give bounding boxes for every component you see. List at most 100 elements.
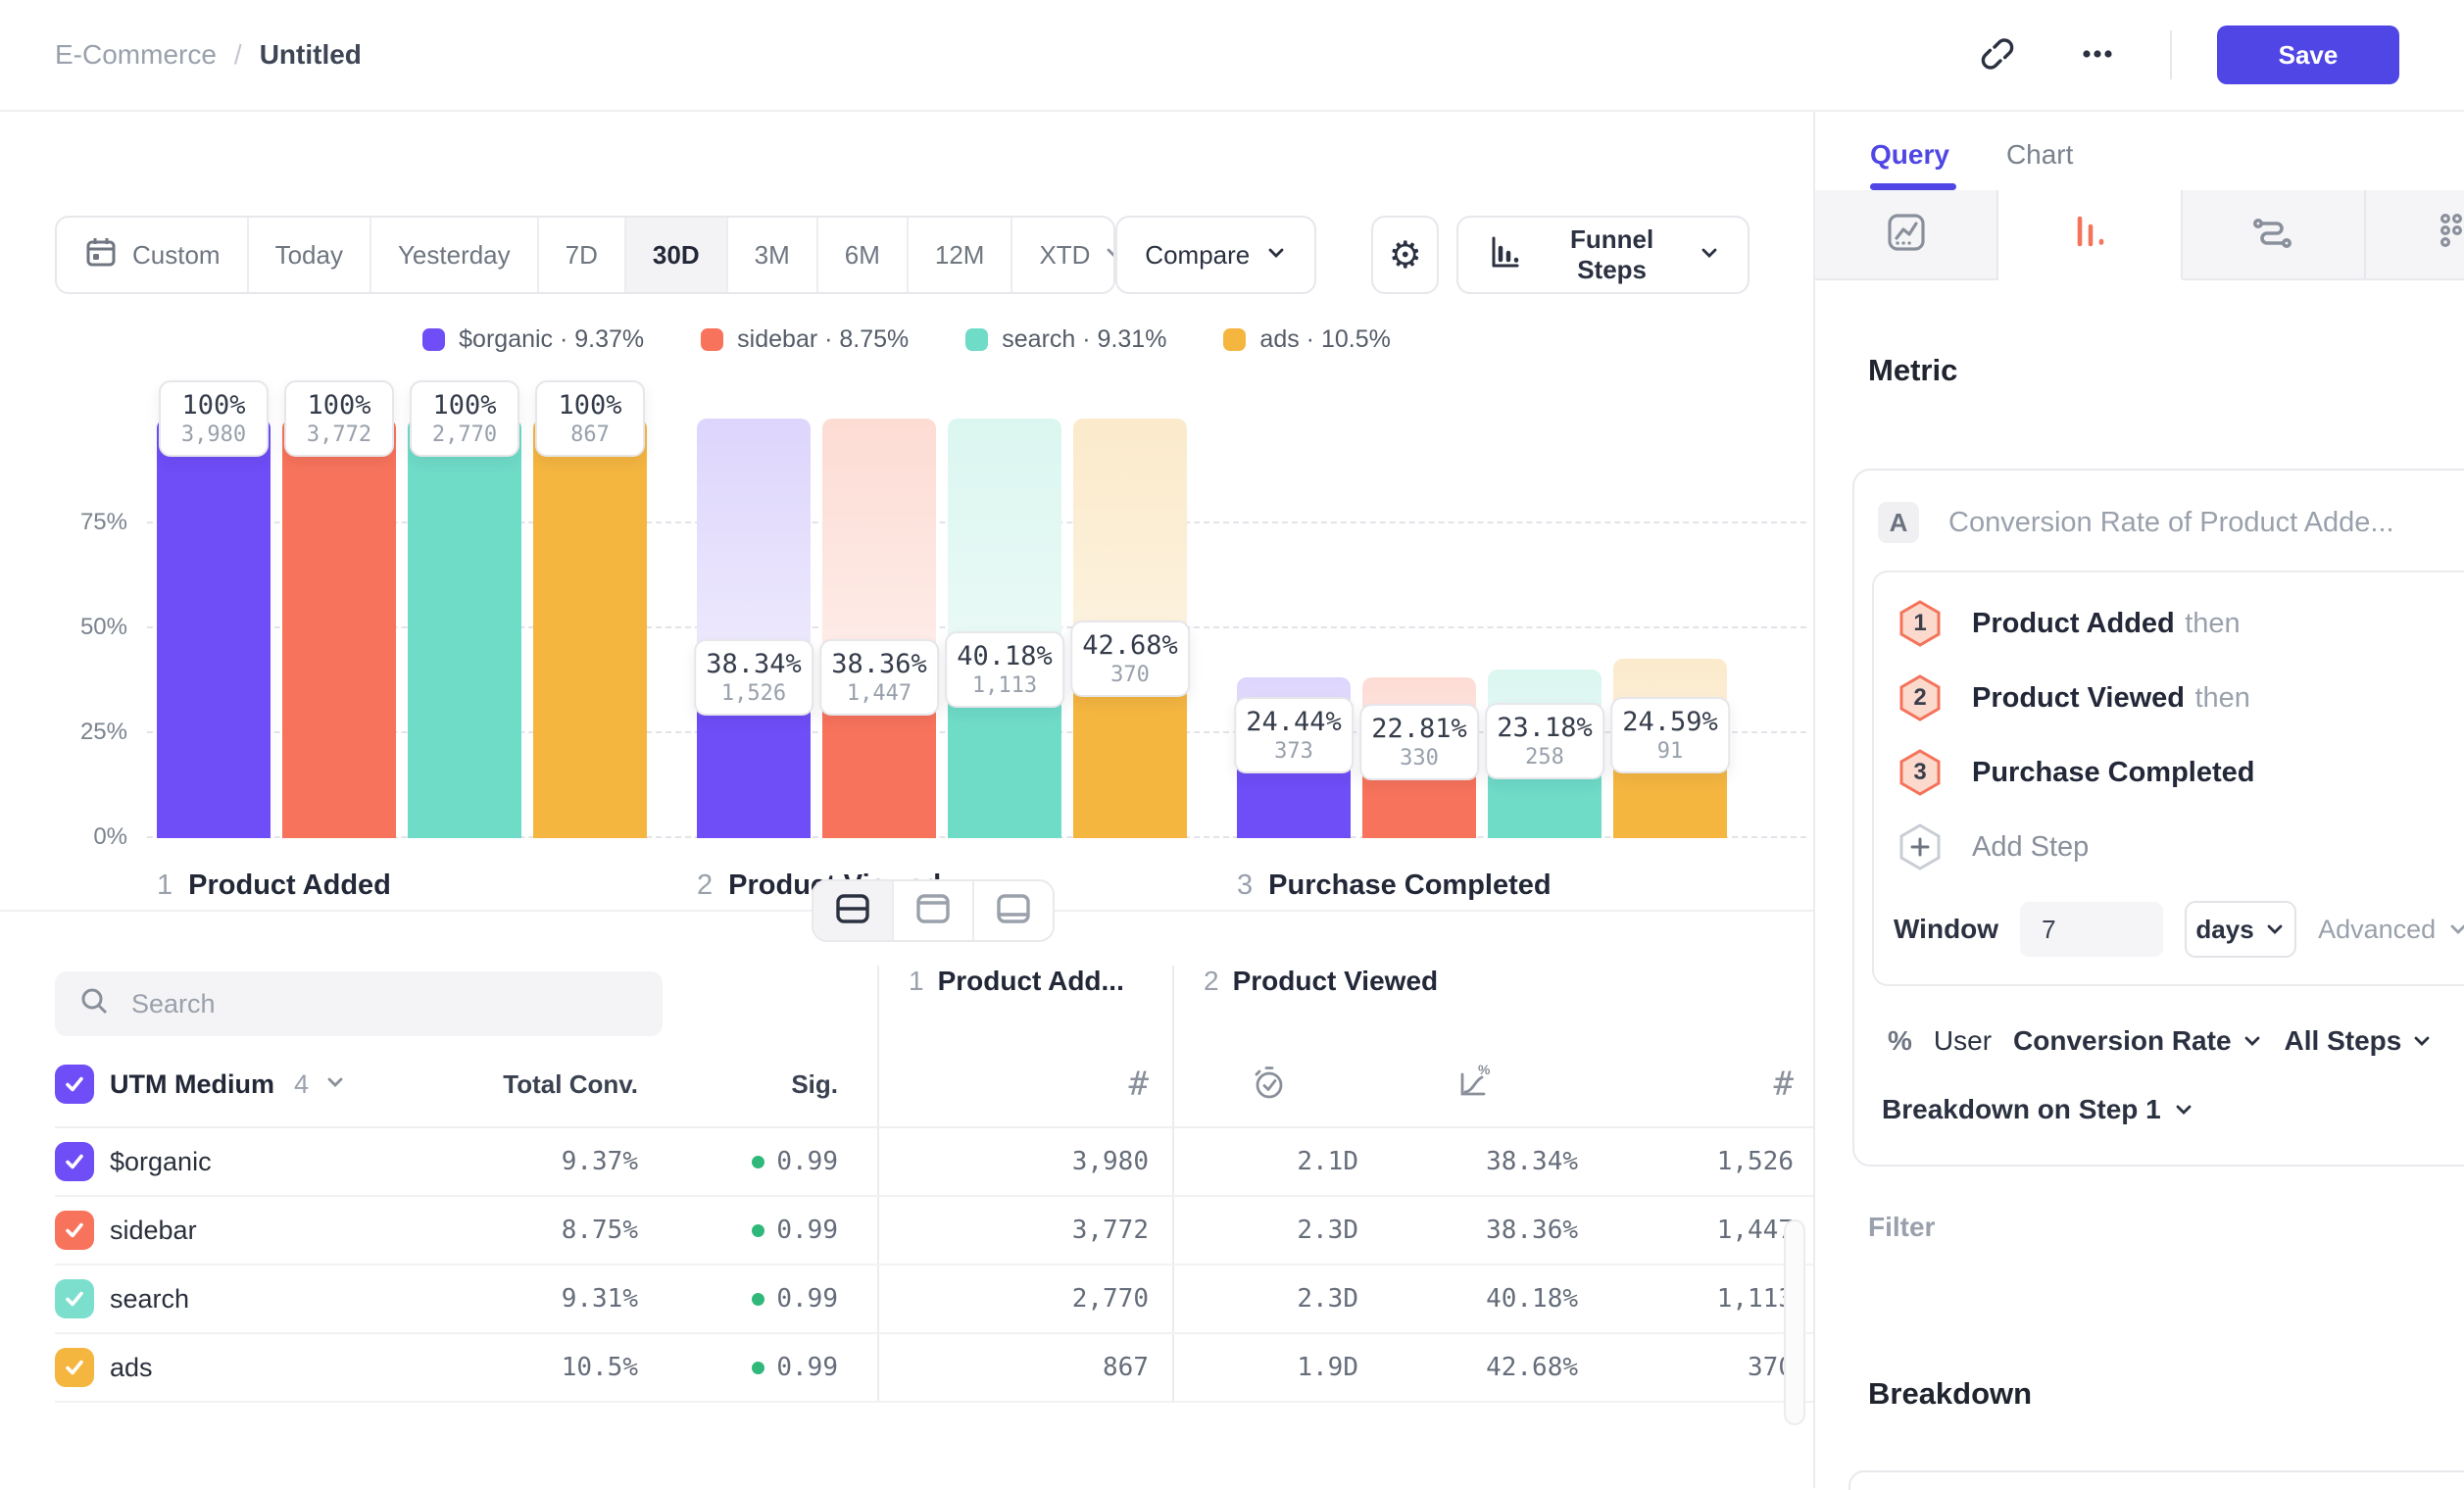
advanced-toggle[interactable]: Advanced [2318,915,2464,945]
legend-swatch [422,328,445,351]
table-scrollbar[interactable] [1784,1219,1805,1425]
row-checkbox[interactable] [55,1348,94,1387]
funnel-bar[interactable]: 38.36%1,447 [822,419,936,838]
query-step-1[interactable]: 1 Product Added then [1874,586,2464,661]
layout-chart-button[interactable] [894,881,974,940]
compare-button[interactable]: Compare [1115,216,1316,294]
step2-count: 370 [1582,1353,1813,1382]
total-conv-value: 8.75% [470,1216,642,1245]
bar-count: 373 [1246,739,1342,764]
count-column-header[interactable]: # [877,1042,1172,1126]
legend-item-sidebar[interactable]: sidebar · 8.75% [701,325,909,354]
chart-type-insights[interactable] [1815,190,1998,280]
legend-item-search[interactable]: search · 9.31% [965,325,1166,354]
date-range-7d[interactable]: 7D [539,218,626,292]
layout-toggle [812,879,1055,942]
breadcrumb-project[interactable]: E-Commerce [55,39,217,71]
funnel-bar[interactable]: 100%3,980 [157,419,271,838]
bar-count: 3,980 [171,422,257,447]
date-range-12m[interactable]: 12M [909,218,1013,292]
legend-item-organic[interactable]: $organic · 9.37% [422,325,644,354]
total-conv-column-header[interactable]: Total Conv. [470,1069,642,1100]
breakdown-item-card[interactable]: Aa UTM Medium [1848,1470,2464,1490]
avg-time-value: 2.3D [1172,1266,1364,1332]
more-menu-button[interactable] [2070,27,2125,82]
date-range-yesterday[interactable]: Yesterday [371,218,539,292]
date-range-today[interactable]: Today [249,218,371,292]
count2-column-header[interactable]: # [1582,1065,1813,1104]
window-value-input[interactable] [2020,902,2163,957]
layout-table-button[interactable] [974,881,1053,940]
funnel-bar[interactable]: 38.34%1,526 [697,419,811,838]
step1-count: 3,772 [877,1197,1172,1264]
bar-fill[interactable] [282,419,396,838]
step1-count: 3,980 [877,1128,1172,1195]
chart-type-button[interactable]: Funnel Steps [1456,216,1749,294]
report-canvas: Custom Today Yesterday 7D 30D 3M 6M 12M … [0,112,1815,1488]
avg-time-column-header[interactable] [1172,1042,1364,1126]
table-row[interactable]: sidebar 8.75% 0.99 3,772 2.3D 38.36% 1,4… [55,1197,1813,1266]
bar-fill[interactable] [157,419,271,838]
chart-type-grid[interactable] [2366,190,2464,280]
funnel-bar[interactable]: 23.18%258 [1488,419,1602,838]
row-checkbox[interactable] [55,1142,94,1181]
conv-pct-column-header[interactable]: % [1364,1063,1582,1107]
date-range-custom[interactable]: Custom [57,218,249,292]
bar-fill[interactable] [408,419,521,838]
table-row[interactable]: $organic 9.37% 0.99 3,980 2.1D 38.34% 1,… [55,1128,1813,1197]
legend-item-ads[interactable]: ads · 10.5% [1223,325,1390,354]
measure-entity[interactable]: User [1934,1025,1992,1057]
search-box[interactable] [55,971,663,1036]
add-step-button[interactable]: Add Step [1874,810,2464,884]
window-unit-select[interactable]: days [2185,901,2296,958]
save-button[interactable]: Save [2217,25,2399,84]
search-input[interactable] [131,989,602,1019]
select-all-checkbox[interactable] [55,1065,94,1104]
tab-query[interactable]: Query [1870,139,1949,190]
window-label: Window [1894,914,1998,945]
dots-grid-icon [2434,209,2464,261]
funnel-bar[interactable]: 24.59%91 [1613,419,1727,838]
chart-settings-button[interactable]: ⚙ [1371,216,1439,294]
sig-status-dot [752,1293,764,1306]
y-axis-tick: 25% [55,719,127,746]
date-range-xtd[interactable]: XTD [1012,218,1115,292]
date-range-6m[interactable]: 6M [818,218,909,292]
share-link-button[interactable] [1970,27,2025,82]
sig-value: 0.99 [776,1284,838,1314]
measure-metric-select[interactable]: Conversion Rate [2013,1025,2263,1057]
measure-scope-select[interactable]: All Steps [2285,1025,2434,1057]
date-range-30d-selected[interactable]: 30D [626,218,728,292]
query-step-2[interactable]: 2 Product Viewed then [1874,661,2464,735]
topbar-divider [2170,30,2172,79]
breakdown-count: 4 [294,1069,309,1100]
funnel-bar[interactable]: 22.81%330 [1362,419,1476,838]
step2-count: 1,526 [1582,1147,1813,1176]
chevron-down-icon[interactable] [324,1071,346,1098]
bar-pct: 38.34% [706,649,802,679]
split-view-icon [831,887,874,935]
bar-fill[interactable] [533,419,647,838]
sig-column-header[interactable]: Sig. [642,1069,877,1100]
funnel-bar[interactable]: 100%3,772 [282,419,396,838]
row-checkbox[interactable] [55,1211,94,1250]
query-step-3[interactable]: 3 Purchase Completed [1874,735,2464,810]
funnel-bar[interactable]: 24.44%373 [1237,419,1351,838]
layout-split-button[interactable] [813,881,894,940]
funnel-bar[interactable]: 40.18%1,113 [948,419,1061,838]
breakdown-on-step-select[interactable]: Breakdown on Step 1 [1882,1094,2464,1125]
report-title[interactable]: Untitled [260,39,362,71]
metric-series-row[interactable]: A Conversion Rate of Product Adde... [1878,502,2464,543]
tab-chart[interactable]: Chart [2006,139,2073,190]
funnel-bar[interactable]: 100%2,770 [408,419,521,838]
table-header-row: UTM Medium 4 Total Conv. Sig. # [55,1042,1813,1128]
chart-type-funnel-selected[interactable] [1998,190,2182,280]
row-checkbox[interactable] [55,1279,94,1318]
chart-type-flows[interactable] [2183,190,2366,280]
funnel-bar[interactable]: 42.68%370 [1073,419,1187,838]
date-range-3m[interactable]: 3M [728,218,818,292]
funnel-bar[interactable]: 100%867 [533,419,647,838]
table-row[interactable]: ads 10.5% 0.99 867 1.9D 42.68% 370 [55,1334,1813,1403]
breakdown-column-label[interactable]: UTM Medium [110,1069,274,1100]
table-row[interactable]: search 9.31% 0.99 2,770 2.3D 40.18% 1,11… [55,1266,1813,1334]
